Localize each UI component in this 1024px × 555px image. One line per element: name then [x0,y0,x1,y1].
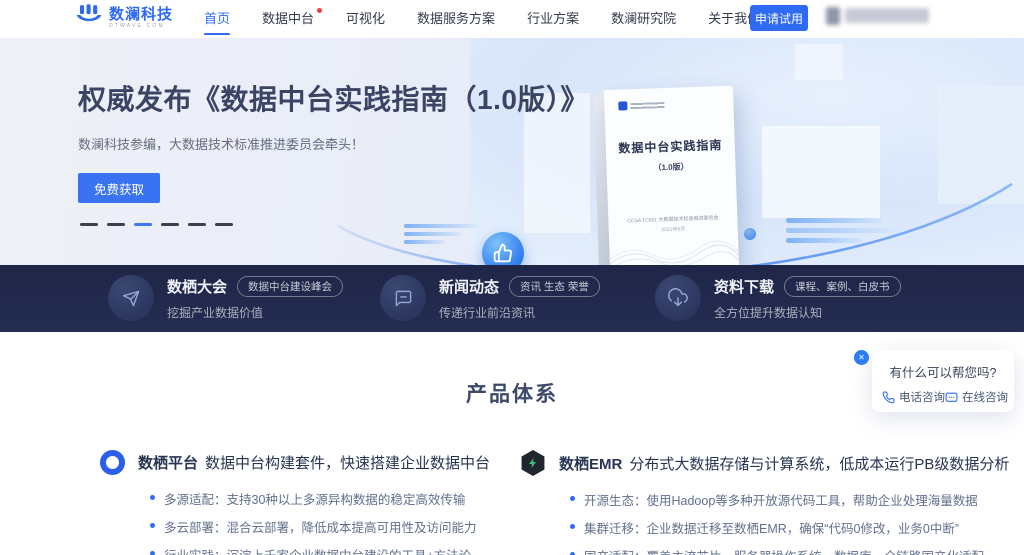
deco-lines [786,218,904,248]
whitepaper-book: 数据中台实践指南 （1.0版） CCSA TC601 大数据技术标准推进委员会 … [592,85,740,265]
product-tagline: 数据中台构建套件，快速搭建企业数据中台 [205,455,491,472]
products-section: 产品体系 数栖平台 数据中台构建套件，快速搭建企业数据中台 多源适配：支持30种以… [0,332,1024,555]
deco-slab [938,86,1024,204]
deco-lines [404,224,478,248]
phone-number-blurred [826,7,929,25]
chat-bubble-icon [945,392,958,402]
feature-tag: 课程、案例、白皮书 [784,275,901,297]
shuqi-platform-icon [100,450,125,475]
hero-banner: 数据中台实践指南 （1.0版） CCSA TC601 大数据技术标准推进委员会 … [0,38,1024,265]
deco-dot [744,228,756,240]
feature-desc: 全方位提升数据认知 [714,305,823,320]
feature-desc: 传递行业前沿资讯 [439,305,536,320]
phone-consult-link[interactable]: 电话咨询 [882,389,945,405]
top-navbar: 数澜科技 DTWAVE.COM 首页 数据中台 可视化 数据服务方案 行业方案 … [0,0,1024,38]
nav-item-research[interactable]: 数澜研究院 [595,0,692,38]
nav-item-industry[interactable]: 行业方案 [511,0,595,38]
deco-slab [762,126,880,218]
product-name: 数栖平台 [138,455,199,472]
rocket-icon [108,275,154,321]
feature-title: 新闻动态 [439,278,500,296]
feature-conference[interactable]: 数栖大会 数据中台建设峰会 挖掘产业数据价值 [108,275,344,321]
brand-logo-icon [75,4,103,31]
bullet-item: 集群迁移：企业数据迁移至数栖EMR，确保“代码0修改，业务0中断” [570,518,960,537]
carousel-dash-6[interactable] [215,223,233,226]
feature-title: 资料下载 [714,278,775,296]
deco-slab [795,44,843,80]
book-title: 数据中台实践指南 [618,138,723,156]
bullet-item: 多云部署：混合云部署，降低成本提高可用性及访问能力 [150,517,500,536]
chat-widget: ✕ 有什么可以帮您吗? 电话咨询 在线咨询 [854,350,1014,412]
hero-title: 权威发布《数据中台实践指南（1.0版）》 [78,84,589,115]
carousel-indicators [80,223,233,226]
bullet-item: 开源生态：使用Hadoop等多种开放源代码工具，帮助企业处理海量数据 [570,490,978,509]
product-bullets: 多源适配：支持30种以上多源异构数据的稳定高效传输 多云部署：混合云部署，降低成… [150,489,500,555]
feature-news[interactable]: 新闻动态 资讯 生态 荣誉 传递行业前沿资讯 [380,275,600,321]
bullet-item: 多源适配：支持30种以上多源异构数据的稳定高效传输 [150,489,500,508]
book-wave-pattern [609,240,740,265]
hero-content: 权威发布《数据中台实践指南（1.0版）》 数澜科技参编，大数据技术标准推进委员会… [78,78,589,203]
hero-subtitle: 数澜科技参编，大数据技术标准推进委员会牵头！ [78,137,365,152]
nav-item-home[interactable]: 首页 [188,0,246,38]
carousel-dash-2[interactable] [107,223,125,226]
product-bullets: 开源生态：使用Hadoop等多种开放源代码工具，帮助企业处理海量数据 集群迁移：… [570,490,984,555]
product-shuqi-emr: 数栖EMR 分布式大数据存储与计算系统，低成本运行PB级数据分析 开源生态：使用H… [520,450,1009,555]
product-header[interactable]: 数栖EMR 分布式大数据存储与计算系统，低成本运行PB级数据分析 [520,450,1009,476]
product-header[interactable]: 数栖平台 数据中台构建套件，快速搭建企业数据中台 [100,450,500,475]
feature-tag: 资讯 生态 荣誉 [509,275,600,297]
bullet-item: 国产适配：覆盖主流芯片、服务器操作系统、数据库，全链路国产化适配 [570,546,984,555]
brand-domain: DTWAVE.COM [109,22,165,29]
new-badge-dot [317,8,323,13]
book-publisher-logo [618,100,665,111]
feature-downloads[interactable]: 资料下载 课程、案例、白皮书 全方位提升数据认知 [655,275,901,321]
close-icon[interactable]: ✕ [854,350,869,365]
book-edition: （1.0版） [653,162,689,173]
section-heading: 产品体系 [466,383,558,406]
carousel-dash-1[interactable] [80,223,98,226]
nav-item-data-platform[interactable]: 数据中台 [246,0,330,38]
feature-tag: 数据中台建设峰会 [237,275,344,297]
feature-desc: 挖掘产业数据价值 [167,305,264,320]
chat-question: 有什么可以帮您吗? [889,366,997,380]
shuqi-emr-icon [521,450,545,476]
main-nav: 首页 数据中台 可视化 数据服务方案 行业方案 数澜研究院 关于我们 [188,0,776,38]
brand-name: 数澜科技 [109,5,174,23]
feature-bar: 数栖大会 数据中台建设峰会 挖掘产业数据价值 新闻动态 资讯 生态 荣誉 传递行… [0,265,1024,332]
feature-title: 数栖大会 [167,278,228,296]
bullet-item: 行业实践：沉淀上千家企业数据中台建设的工具+方法论 [150,545,500,555]
nav-item-data-services[interactable]: 数据服务方案 [401,0,511,38]
product-shuqi-platform: 数栖平台 数据中台构建套件，快速搭建企业数据中台 多源适配：支持30种以上多源异构… [100,450,500,555]
page: 数澜科技 DTWAVE.COM 首页 数据中台 可视化 数据服务方案 行业方案 … [0,0,1024,555]
brand-logo[interactable]: 数澜科技 DTWAVE.COM [75,4,173,31]
nav-item-visualization[interactable]: 可视化 [330,0,401,38]
apply-trial-button[interactable]: 申请试用 [750,5,808,31]
carousel-dash-4[interactable] [161,223,179,226]
product-tagline: 分布式大数据存储与计算系统，低成本运行PB级数据分析 [629,455,1010,473]
carousel-dash-3-active[interactable] [134,223,152,226]
thumbs-up-icon [493,243,512,263]
product-name: 数栖EMR [559,455,623,473]
phone-icon [882,391,895,403]
online-consult-link[interactable]: 在线咨询 [945,389,1008,405]
cloud-download-icon [655,275,701,321]
message-icon [380,275,426,321]
carousel-dash-5[interactable] [188,223,206,226]
book-cover: 数据中台实践指南 （1.0版） CCSA TC601 大数据技术标准推进委员会 … [603,85,740,265]
free-download-button[interactable]: 免费获取 [78,173,160,203]
